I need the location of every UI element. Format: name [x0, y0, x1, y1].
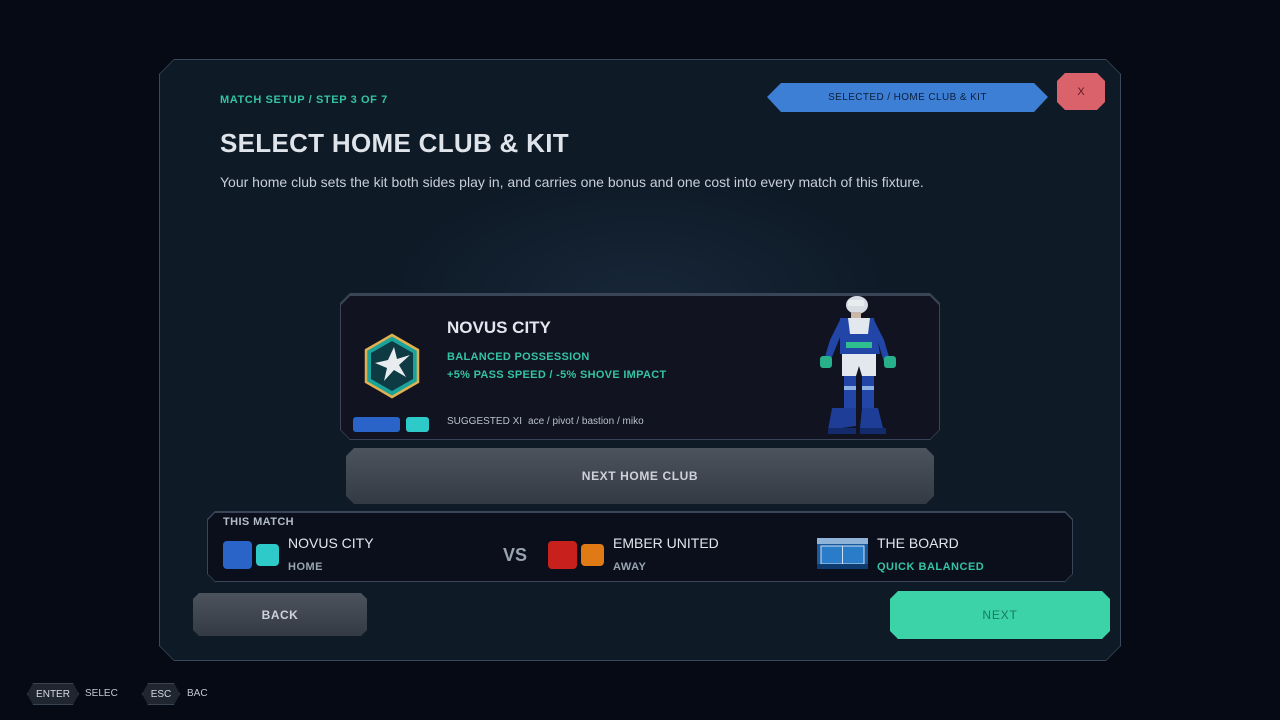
star-crest-icon	[364, 333, 420, 399]
next-home-club-label: NEXT HOME CLUB	[581, 469, 699, 483]
home-team-role: HOME	[288, 561, 323, 573]
away-primary-swatch	[548, 541, 577, 569]
kit-primary-swatch	[353, 417, 400, 432]
esc-hint-text: BAC	[187, 688, 208, 699]
enter-hint-text: SELEC	[85, 688, 118, 699]
breadcrumb: MATCH SETUP / STEP 3 OF 7	[220, 94, 388, 106]
enter-key-hint: ENTER	[27, 683, 79, 705]
player-kit-preview	[820, 296, 896, 434]
venue-thumbnail	[817, 538, 868, 569]
page-subtitle: Your home club sets the kit both sides p…	[220, 174, 924, 190]
selected-status-pill: SELECTED / HOME CLUB & KIT	[767, 83, 1048, 112]
next-button-label: NEXT	[982, 608, 1018, 622]
home-secondary-swatch	[256, 544, 279, 566]
suggested-xi: SUGGESTED XI ace / pivot / bastion / miko	[447, 416, 644, 427]
suggested-xi-label: SUGGESTED XI	[447, 416, 523, 427]
next-button[interactable]: NEXT	[890, 591, 1110, 639]
back-button-label: BACK	[261, 607, 299, 622]
suggested-xi-names: ace / pivot / bastion / miko	[528, 416, 644, 427]
close-button[interactable]: X	[1057, 73, 1105, 110]
venue-mode: QUICK BALANCED	[877, 561, 985, 573]
match-summary-label: THIS MATCH	[223, 516, 295, 528]
vs-label: VS	[503, 545, 528, 565]
back-button[interactable]: BACK	[193, 593, 367, 636]
close-icon: X	[1077, 85, 1085, 98]
away-secondary-swatch	[581, 544, 604, 566]
kit-secondary-swatch	[406, 417, 429, 432]
selected-status-label: SELECTED / HOME CLUB & KIT	[828, 92, 987, 103]
away-team-name: EMBER UNITED	[613, 535, 719, 551]
home-primary-swatch	[223, 541, 252, 569]
club-style: BALANCED POSSESSION	[447, 351, 590, 363]
club-modifiers: +5% PASS SPEED / -5% SHOVE IMPACT	[447, 369, 667, 381]
venue-name: THE BOARD	[877, 535, 959, 551]
club-name: NOVUS CITY	[447, 318, 551, 337]
home-team-name: NOVUS CITY	[288, 535, 374, 551]
page-title: SELECT HOME CLUB & KIT	[220, 128, 569, 158]
away-team-role: AWAY	[613, 561, 647, 573]
esc-key-label: ESC	[150, 688, 172, 700]
enter-key-label: ENTER	[36, 688, 70, 700]
next-home-club-button[interactable]: NEXT HOME CLUB	[346, 448, 934, 504]
esc-key-hint: ESC	[142, 683, 180, 705]
